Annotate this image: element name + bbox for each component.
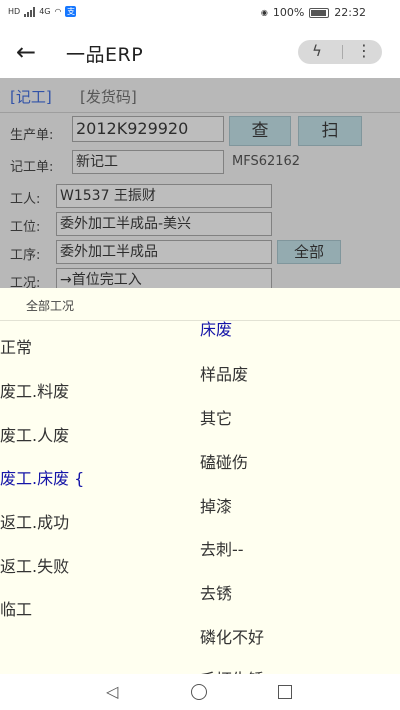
option-temp-work[interactable]: 临工	[0, 596, 32, 620]
option-deburr[interactable]: 去刺--	[200, 536, 244, 560]
option-paint-peel[interactable]: 掉漆	[200, 493, 232, 517]
position-input[interactable]: 委外加工半成品-美兴	[56, 212, 272, 236]
all-button[interactable]: 全部	[277, 240, 341, 264]
nav-back-icon[interactable]: ◁	[106, 682, 118, 701]
record-code: MFS62162	[232, 154, 301, 169]
option-sample-scrap[interactable]: 样品废	[200, 361, 248, 385]
option-rework-fail[interactable]: 返工.失败	[0, 553, 69, 577]
option-blank-rust[interactable]: 毛坯生锈	[200, 666, 264, 674]
check-button[interactable]: 查	[229, 116, 291, 146]
option-phosphating-bad[interactable]: 磷化不好	[200, 624, 264, 648]
process-input[interactable]: 委外加工半成品	[56, 240, 272, 264]
clock: 22:32	[334, 6, 366, 19]
nav-home-icon[interactable]	[191, 684, 207, 700]
scan-button[interactable]: 扫	[298, 116, 362, 146]
option-other[interactable]: 其它	[200, 405, 232, 429]
condition-input[interactable]: →首位完工入	[56, 268, 272, 288]
record-order-input[interactable]: 新记工	[72, 150, 224, 174]
nav-recent-apps-icon[interactable]	[278, 685, 292, 699]
network-type-label: 4G	[39, 6, 51, 16]
system-nav-bar: ◁	[0, 674, 400, 710]
position-label: 工位:	[10, 220, 41, 235]
more-options-icon[interactable]: ⋮	[356, 41, 372, 60]
production-order-input[interactable]: 2012K929920	[72, 116, 224, 142]
capsule-divider	[342, 45, 343, 59]
back-arrow-icon[interactable]: ←	[16, 40, 42, 66]
tab-shipping-code[interactable]: [发货码]	[80, 86, 137, 107]
tabs-divider	[0, 112, 400, 113]
option-derust[interactable]: 去锈	[200, 580, 232, 604]
work-record-form: [记工] [发货码] 生产单: 2012K929920 查 扫 记工单: 新记工…	[0, 78, 400, 288]
option-scrap-machine[interactable]: 废工.床废 {	[0, 465, 84, 489]
worker-label: 工人:	[10, 192, 41, 207]
page-title: 一品ERP	[66, 44, 144, 66]
miniapp-capsule: ϟ ⋮	[298, 40, 382, 64]
alipay-icon: 支	[65, 6, 77, 17]
option-scrap-human[interactable]: 废工.人废	[0, 422, 69, 446]
record-order-label: 记工单:	[10, 160, 54, 175]
tab-record-work[interactable]: [记工]	[10, 86, 52, 107]
option-bump-damage[interactable]: 磕碰伤	[200, 449, 248, 473]
condition-picker-sheet: 全部工况 正常 废工.料废 废工.人废 废工.床废 { 返工.成功 返工.失败 …	[0, 288, 400, 674]
worker-input[interactable]: W1537 王振财	[56, 184, 272, 208]
sheet-title: 全部工况	[26, 299, 75, 313]
option-scrap-material[interactable]: 废工.料废	[0, 378, 69, 402]
app-bar: ← 一品ERP ϟ ⋮	[0, 26, 400, 78]
condition-label: 工况:	[10, 276, 41, 288]
flash-icon[interactable]: ϟ	[312, 42, 322, 60]
battery-icon	[309, 7, 330, 18]
process-label: 工序:	[10, 248, 41, 263]
hd-icon: HD	[8, 6, 21, 16]
option-rework-success[interactable]: 返工.成功	[0, 509, 69, 533]
production-order-label: 生产单:	[10, 128, 54, 143]
option-machine-scrap[interactable]: 床废	[200, 316, 232, 340]
wifi-icon: ◠	[54, 6, 62, 16]
eye-icon: ◉	[260, 7, 268, 17]
option-normal[interactable]: 正常	[0, 334, 32, 358]
battery-percent: 100%	[272, 6, 305, 19]
signal-icon	[24, 6, 36, 17]
status-bar: HD 4G ◠ 支 ◉ 100% 22:32	[0, 0, 400, 26]
